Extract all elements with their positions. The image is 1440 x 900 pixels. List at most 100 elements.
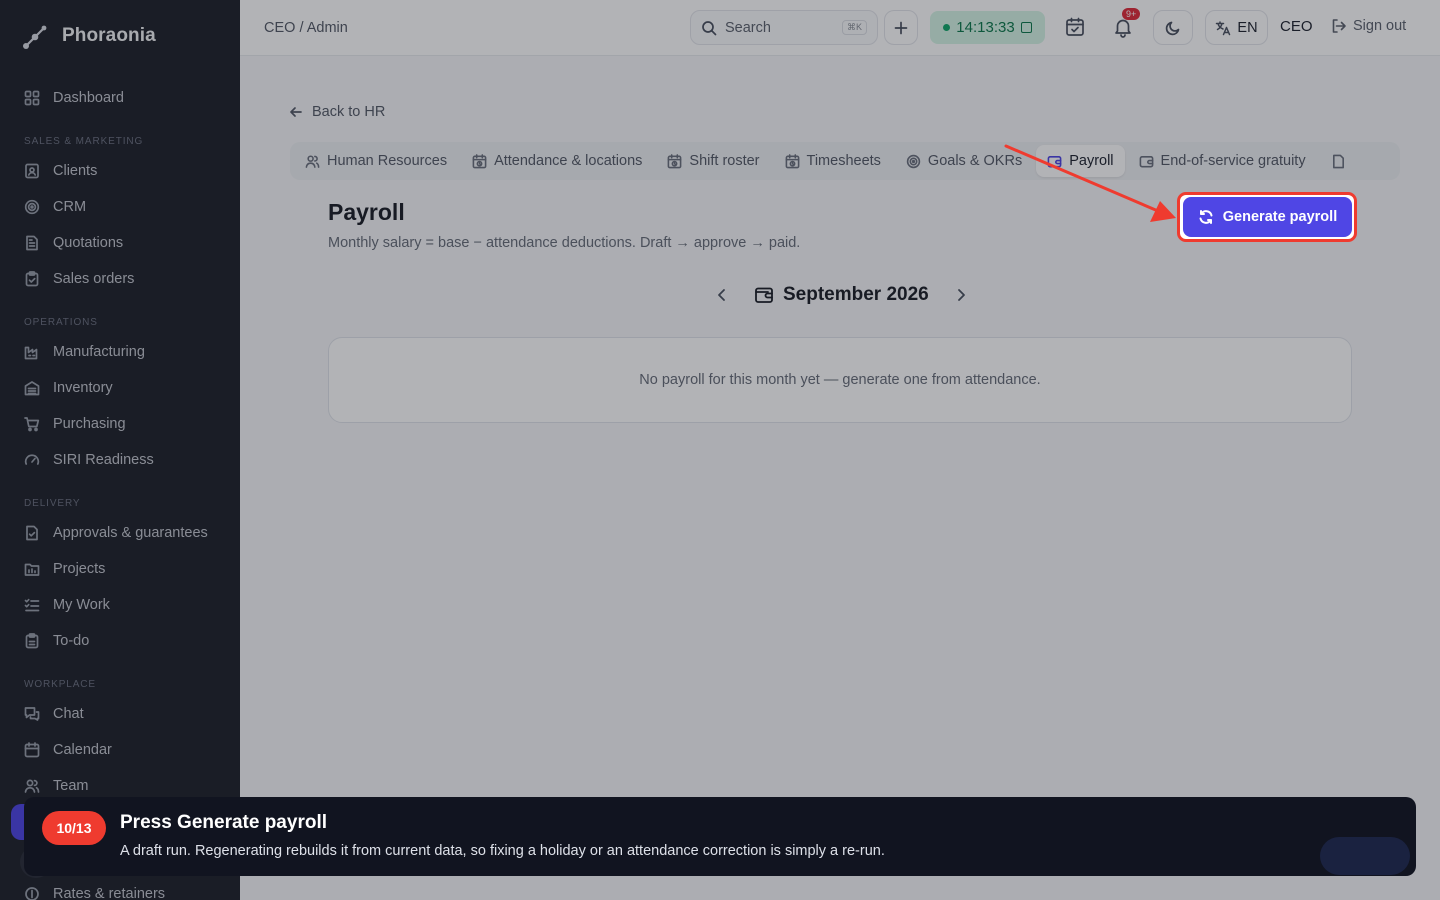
status-dot-icon: [943, 24, 951, 31]
sidebar-item-label: To-do: [53, 633, 90, 649]
tab-timesheets[interactable]: Timesheets: [774, 145, 892, 177]
sidebar-item-label: Projects: [53, 561, 106, 577]
stop-icon: [1020, 22, 1032, 33]
sidebar-item-label: Clients: [53, 163, 98, 179]
sidebar-item-todo[interactable]: To-do: [0, 623, 240, 659]
sidebar-item-manufacturing[interactable]: Manufacturing: [0, 334, 240, 370]
sidebar-item-label: My Work: [53, 597, 110, 613]
generate-payroll-label: Generate payroll: [1222, 209, 1338, 225]
rates-icon: [25, 887, 39, 900]
factory-icon: [24, 346, 38, 360]
document-icon: [1332, 154, 1344, 168]
app-name: Phoraonia: [62, 25, 156, 46]
tab-payroll[interactable]: Payroll: [1036, 145, 1125, 177]
previous-month-button[interactable]: [710, 283, 734, 307]
tab-label: Shift roster: [689, 153, 760, 169]
sidebar-item-label: SIRI Readiness: [53, 452, 154, 468]
sidebar-item-inventory[interactable]: Inventory: [0, 370, 240, 406]
calendar-check-icon: [1066, 17, 1084, 36]
tab-attendance-locations[interactable]: Attendance & locations: [461, 145, 653, 177]
sidebar-item-chat[interactable]: Chat: [0, 696, 240, 732]
tour-step-badge: 10/13: [42, 811, 106, 845]
sidebar-item-label: Purchasing: [53, 416, 126, 432]
search-placeholder: Search: [725, 19, 771, 36]
sidebar-item-label: Approvals & guarantees: [53, 525, 208, 541]
generate-payroll-button[interactable]: Generate payroll: [1183, 197, 1352, 237]
chat-icon: [24, 707, 40, 721]
logo-icon: [22, 22, 50, 50]
tab-shift-roster[interactable]: Shift roster: [656, 145, 770, 177]
chevron-left-icon: [718, 289, 725, 301]
sign-out-label: Sign out: [1353, 18, 1407, 34]
sidebar-item-approvals[interactable]: Approvals & guarantees: [0, 515, 240, 551]
tab-human-resources[interactable]: Human Resources: [294, 145, 458, 177]
sidebar-item-dashboard[interactable]: Dashboard: [0, 80, 240, 116]
tab-goals-okrs[interactable]: Goals & OKRs: [895, 145, 1033, 177]
todo-icon: [25, 633, 39, 649]
calendar-check-button[interactable]: [1064, 16, 1086, 43]
calendar-clock-icon: [668, 153, 682, 168]
search-input[interactable]: Search ⌘K: [690, 10, 878, 45]
gauge-icon: [24, 454, 40, 465]
tab-more[interactable]: [1320, 145, 1346, 177]
cart-icon: [24, 417, 40, 432]
sidebar-item-label: Dashboard: [53, 90, 124, 106]
approvals-icon: [26, 525, 38, 541]
top-bar: CEO / Admin Search ⌘K 14:13:33 9+ EN CEO…: [240, 0, 1440, 56]
empty-state-text: No payroll for this month yet — generate…: [639, 372, 1041, 388]
sidebar-item-quotations[interactable]: Quotations: [0, 225, 240, 261]
sidebar-item-calendar[interactable]: Calendar: [0, 732, 240, 768]
month-text: September 2026: [783, 284, 929, 305]
sidebar-item-label: CRM: [53, 199, 87, 215]
sidebar-item-siri-readiness[interactable]: SIRI Readiness: [0, 442, 240, 478]
add-button[interactable]: [884, 10, 918, 45]
sidebar-item-my-work[interactable]: My Work: [0, 587, 240, 623]
brand[interactable]: Phoraonia: [0, 0, 240, 72]
clock-time: 14:13:33: [956, 19, 1015, 36]
chat-widget-button[interactable]: [1320, 837, 1410, 875]
crm-icon: [24, 199, 40, 215]
sidebar-item-label: Sales orders: [53, 271, 135, 287]
next-month-button[interactable]: [949, 283, 973, 307]
sidebar-item-clients[interactable]: Clients: [0, 153, 240, 189]
quotations-icon: [26, 235, 38, 251]
translate-icon: [1216, 20, 1231, 35]
theme-toggle[interactable]: [1153, 10, 1193, 45]
search-shortcut: ⌘K: [841, 20, 867, 35]
sidebar-item-label: Inventory: [53, 380, 113, 396]
people-icon: [305, 154, 320, 168]
language-selector[interactable]: EN: [1205, 10, 1268, 45]
sign-out-button[interactable]: Sign out: [1331, 18, 1406, 34]
sidebar-section-title: DELIVERY: [24, 498, 81, 509]
sidebar-item-sales-orders[interactable]: Sales orders: [0, 261, 240, 297]
sidebar-item-label: Rates & retainers: [53, 886, 166, 900]
sidebar-item-crm[interactable]: CRM: [0, 189, 240, 225]
tab-label: Goals & OKRs: [927, 153, 1023, 169]
notifications-button[interactable]: [1112, 16, 1134, 43]
tab-label: Payroll: [1069, 153, 1114, 169]
back-link[interactable]: Back to HR: [288, 104, 385, 120]
target-icon: [906, 154, 921, 168]
empty-state: No payroll for this month yet — generate…: [328, 337, 1352, 423]
sidebar-section-title: WORKPLACE: [24, 679, 97, 690]
tab-end-of-service-gratuity[interactable]: End-of-service gratuity: [1128, 145, 1317, 177]
projects-icon: [24, 563, 40, 576]
chevron-right-icon: [957, 289, 965, 301]
user-role[interactable]: CEO: [1280, 18, 1313, 35]
sidebar-section-title: OPERATIONS: [24, 317, 98, 328]
sidebar-item-label: Chat: [53, 706, 84, 722]
tour-panel: 10/13 Press Generate payroll A draft run…: [24, 797, 1416, 876]
sidebar-section-title: SALES & MARKETING: [24, 136, 144, 147]
page-subtitle: Monthly salary = base − attendance deduc…: [328, 235, 801, 251]
month-navigator: September 2026: [710, 280, 973, 310]
month-label[interactable]: September 2026: [754, 284, 929, 306]
calendar-clock-icon: [472, 153, 487, 168]
sales-orders-icon: [25, 271, 39, 287]
sidebar-item-label: Quotations: [53, 235, 124, 251]
clock-timer[interactable]: 14:13:33: [930, 11, 1045, 44]
sidebar-item-purchasing[interactable]: Purchasing: [0, 406, 240, 442]
sidebar-item-projects[interactable]: Projects: [0, 551, 240, 587]
inventory-icon: [24, 381, 40, 396]
sidebar-item-rates-retainers[interactable]: Rates & retainers: [0, 876, 240, 900]
team-icon: [24, 779, 40, 793]
